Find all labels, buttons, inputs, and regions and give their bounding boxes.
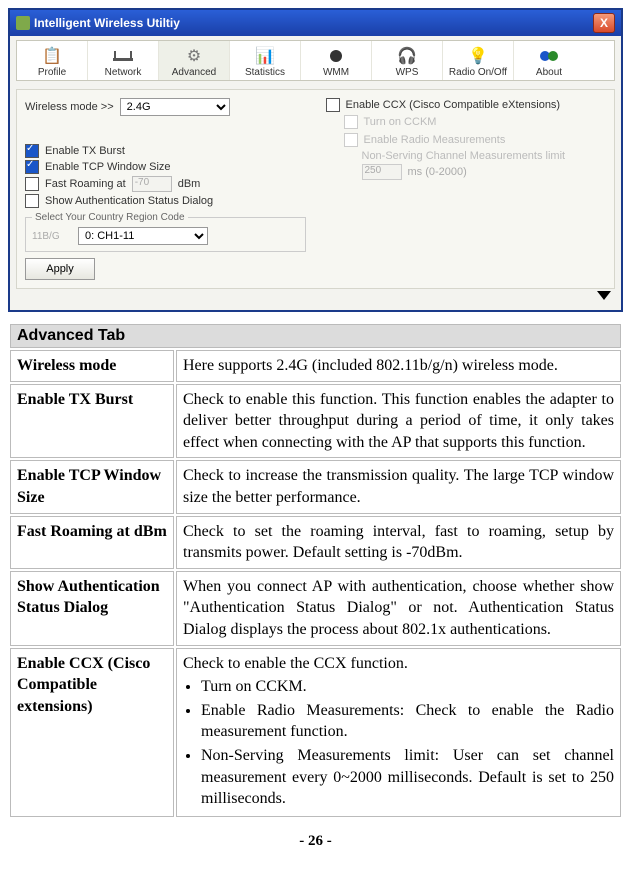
tab-profile[interactable]: 📋 Profile	[17, 41, 88, 80]
close-icon: X	[600, 17, 608, 29]
doc-desc-0: Here supports 2.4G (included 802.11b/g/n…	[176, 350, 621, 382]
non-serving-label: Non-Serving Channel Measurements limit	[362, 150, 607, 162]
doc-key-4: Show Authentication Status Dialog	[10, 571, 174, 646]
enable-tx-burst-checkbox[interactable]	[25, 144, 39, 158]
fast-roaming-checkbox[interactable]	[25, 177, 39, 191]
close-button[interactable]: X	[593, 13, 615, 33]
wmm-icon	[303, 45, 369, 67]
apply-button[interactable]: Apply	[25, 258, 95, 280]
enable-ccx-label: Enable CCX (Cisco Compatible eXtensions)	[346, 99, 561, 111]
show-auth-checkbox[interactable]	[25, 194, 39, 208]
doc-desc-4: When you connect AP with authentication,…	[176, 571, 621, 646]
enable-tcp-window-checkbox[interactable]	[25, 160, 39, 174]
doc-key-3: Fast Roaming at dBm	[10, 516, 174, 569]
app-window: Intelligent Wireless Utiltiy X 📋 Profile…	[8, 8, 623, 312]
doc-desc-1: Check to enable this function. This func…	[176, 384, 621, 459]
titlebar: Intelligent Wireless Utiltiy X	[10, 10, 621, 36]
fast-roaming-unit: dBm	[178, 178, 201, 190]
fast-roaming-value[interactable]: -70	[132, 176, 172, 192]
radio-meas-checkbox	[344, 133, 358, 147]
doc-desc-2: Check to increase the transmission quali…	[176, 460, 621, 513]
doc-key-1: Enable TX Burst	[10, 384, 174, 459]
doc-header: Advanced Tab	[10, 324, 621, 348]
wps-icon: 🎧	[374, 45, 440, 67]
region-select[interactable]: 0: CH1-11	[78, 227, 208, 245]
tab-wps[interactable]: 🎧 WPS	[372, 41, 443, 80]
window-title: Intelligent Wireless Utiltiy	[34, 16, 180, 30]
radio-meas-label: Enable Radio Measurements	[364, 134, 506, 146]
radio-icon: 💡	[445, 45, 511, 67]
statistics-icon: 📊	[232, 45, 298, 67]
ms-range: ms (0-2000)	[408, 166, 467, 178]
tab-about[interactable]: About	[514, 41, 584, 80]
wireless-mode-label: Wireless mode >>	[25, 101, 114, 113]
doc-key-5: Enable CCX (Cisco Compatible extensions)	[10, 648, 174, 817]
tab-advanced[interactable]: ⚙ Advanced	[159, 41, 230, 80]
enable-ccx-checkbox[interactable]	[326, 98, 340, 112]
doc-key-2: Enable TCP Window Size	[10, 460, 174, 513]
tab-network[interactable]: Network	[88, 41, 159, 80]
doc-desc-3: Check to set the roaming interval, fast …	[176, 516, 621, 569]
page-number: - 26 -	[8, 833, 623, 850]
show-auth-label: Show Authentication Status Dialog	[45, 195, 213, 207]
chevron-down-icon	[597, 291, 611, 300]
about-icon	[516, 45, 582, 67]
window-body: 📋 Profile Network ⚙ Advanced 📊 Statistic…	[10, 36, 621, 310]
cckm-checkbox	[344, 115, 358, 129]
advanced-icon: ⚙	[161, 45, 227, 67]
doc-table: Advanced Tab Wireless mode Here supports…	[8, 322, 623, 819]
region-legend: Select Your Country Region Code	[32, 212, 188, 223]
fast-roaming-label: Fast Roaming at	[45, 178, 126, 190]
tab-radio[interactable]: 💡 Radio On/Off	[443, 41, 514, 80]
ms-value: 250	[362, 164, 402, 180]
tab-statistics[interactable]: 📊 Statistics	[230, 41, 301, 80]
profile-icon: 📋	[19, 45, 85, 67]
region-prefix: 11B/G	[32, 231, 72, 242]
region-fieldset: Select Your Country Region Code 11B/G 0:…	[25, 212, 306, 252]
wireless-mode-select[interactable]: 2.4G	[120, 98, 230, 116]
toolbar: 📋 Profile Network ⚙ Advanced 📊 Statistic…	[16, 40, 615, 81]
enable-tcp-window-label: Enable TCP Window Size	[45, 161, 171, 173]
doc-desc-5: Check to enable the CCX function. Turn o…	[176, 648, 621, 817]
app-icon	[16, 16, 30, 30]
network-icon	[90, 45, 156, 67]
cckm-label: Turn on CCKM	[364, 116, 437, 128]
tab-wmm[interactable]: WMM	[301, 41, 372, 80]
enable-tx-burst-label: Enable TX Burst	[45, 145, 125, 157]
expand-arrow[interactable]	[16, 291, 611, 300]
advanced-panel: Wireless mode >> 2.4G Enable TX Burst En…	[16, 89, 615, 289]
doc-key-0: Wireless mode	[10, 350, 174, 382]
